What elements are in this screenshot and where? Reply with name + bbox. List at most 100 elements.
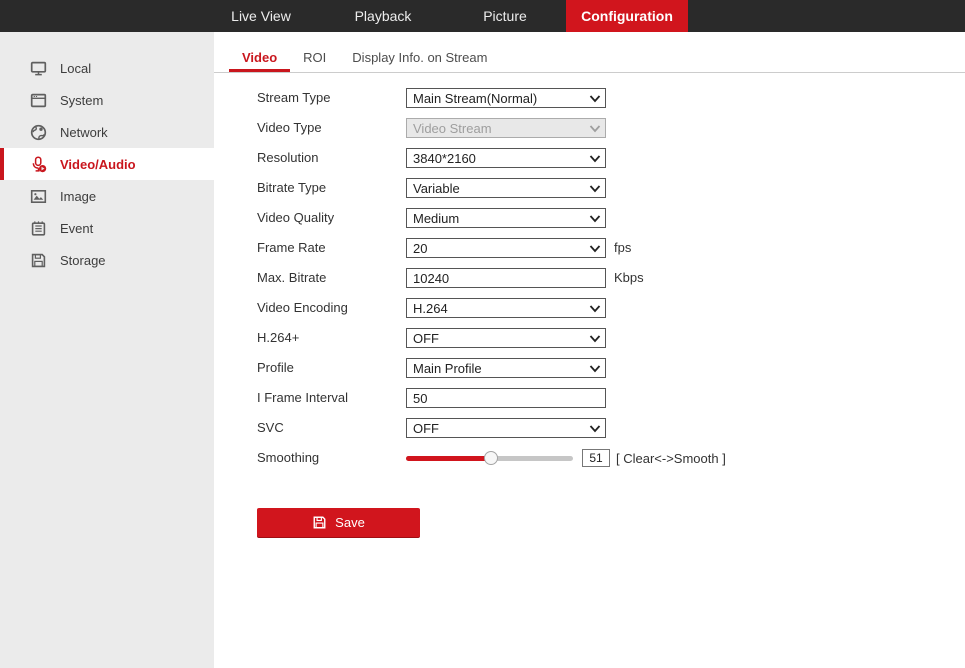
tab-video[interactable]: Video [229,45,290,72]
chevron-down-icon [589,333,601,345]
form-row-stream-type: Stream Type Main Stream(Normal) [257,88,726,118]
tab-display-info-on-stream[interactable]: Display Info. on Stream [339,45,500,72]
field-label: I Frame Interval [257,390,349,405]
resolution-select[interactable]: 3840*2160 [406,148,606,168]
form-row-frame-rate: Frame Rate 20 fps [257,238,726,268]
slider-fill [406,456,492,461]
slider-thumb[interactable] [484,451,499,465]
sidebar-item-label: Image [60,188,97,204]
field-label: Stream Type [257,90,331,105]
smoothing-value-input[interactable] [582,449,610,467]
unit-label: fps [614,240,632,255]
smoothing-control: [ Clear<->Smooth ] [406,448,726,468]
sidebar-item-label: Event [60,220,94,236]
selected-value: Main Profile [413,360,482,376]
video-quality-select[interactable]: Medium [406,208,606,228]
save-button-label: Save [335,515,365,530]
chevron-down-icon [589,243,601,255]
video-encoding-select[interactable]: H.264 [406,298,606,318]
window-icon [30,92,47,109]
form-row-resolution: Resolution 3840*2160 [257,148,726,178]
nav-tab-configuration[interactable]: Configuration [566,0,688,32]
sidebar-item-label: Local [60,60,92,76]
frame-rate-select[interactable]: 20 [406,238,606,258]
field-label: Video Quality [257,210,335,225]
chevron-down-icon [589,423,601,435]
field-label: Video Type [257,120,322,135]
main-nav: Live View Playback Picture Configuration [200,0,688,32]
sidebar-item-label: Storage [60,252,106,268]
field-label: H.264+ [257,330,300,345]
field-label: Resolution [257,150,319,165]
sidebar-item-network[interactable]: Network [0,116,214,148]
selected-value: 3840*2160 [413,150,476,166]
form-row-smoothing: Smoothing [ Clear<->Smooth ] [257,448,726,478]
form-row-video-encoding: Video Encoding H.264 [257,298,726,328]
chevron-down-icon [589,153,601,165]
field-label: Max. Bitrate [257,270,327,285]
save-icon [312,515,327,530]
selected-value: H.264 [413,300,448,316]
unit-label: Kbps [614,270,644,285]
nav-tab-live-view[interactable]: Live View [200,0,322,32]
sidebar-item-image[interactable]: Image [0,180,214,212]
chevron-down-icon [589,183,601,195]
tab-roi[interactable]: ROI [290,45,339,72]
max-bitrate-input[interactable] [406,268,606,288]
field-label: Smoothing [257,450,320,465]
form-row-max-bitrate: Max. Bitrate Kbps [257,268,726,298]
field-label: SVC [257,420,284,435]
profile-select[interactable]: Main Profile [406,358,606,378]
content-area: Video ROI Display Info. on Stream Stream T… [214,32,965,668]
video-type-select: Video Stream [406,118,606,138]
form-row-bitrate-type: Bitrate Type Variable [257,178,726,208]
sidebar-item-label: Video/Audio [60,156,136,172]
selected-value: Medium [413,210,460,226]
sidebar-item-local[interactable]: Local [0,52,214,84]
event-icon [30,220,47,237]
h-264-select[interactable]: OFF [406,328,606,348]
chevron-down-icon [589,363,601,375]
selected-value: Video Stream [413,120,492,136]
selected-value: OFF [413,420,439,436]
save-button[interactable]: Save [257,508,420,537]
top-bar: Live View Playback Picture Configuration [0,0,965,32]
stream-type-select[interactable]: Main Stream(Normal) [406,88,606,108]
microphone-icon [30,155,47,173]
chevron-down-icon [589,93,601,105]
selected-value: 20 [413,240,428,256]
sidebar-item-storage[interactable]: Storage [0,244,214,276]
smoothing-slider[interactable] [406,448,573,468]
field-label: Profile [257,360,294,375]
selected-value: OFF [413,330,439,346]
sidebar-item-system[interactable]: System [0,84,214,116]
form-row-video-quality: Video Quality Medium [257,208,726,238]
form-row-video-type: Video Type Video Stream [257,118,726,148]
globe-icon [30,124,47,141]
i-frame-interval-input[interactable] [406,388,606,408]
form-row-i-frame-interval: I Frame Interval [257,388,726,418]
field-label: Bitrate Type [257,180,327,195]
chevron-down-icon [589,303,601,315]
form-row-svc: SVC OFF [257,418,726,448]
chevron-down-icon [589,213,601,225]
field-label: Frame Rate [257,240,326,255]
sidebar-item-label: Network [60,124,108,140]
field-label: Video Encoding [257,300,348,315]
image-icon [30,188,47,205]
monitor-icon [30,60,47,77]
storage-icon [30,252,47,269]
sidebar-item-event[interactable]: Event [0,212,214,244]
sidebar-item-video-audio[interactable]: Video/Audio [0,148,214,180]
svc-select[interactable]: OFF [406,418,606,438]
chevron-down-icon [589,123,601,135]
nav-tab-picture[interactable]: Picture [444,0,566,32]
sidebar-item-label: System [60,92,104,108]
bitrate-type-select[interactable]: Variable [406,178,606,198]
selected-value: Main Stream(Normal) [413,90,538,106]
sidebar: Local System Network Video/Audio Image Event S… [0,32,214,668]
slider-range-label: [ Clear<->Smooth ] [616,450,726,466]
content-tabbar: Video ROI Display Info. on Stream [214,45,965,73]
nav-tab-playback[interactable]: Playback [322,0,444,32]
selected-value: Variable [413,180,460,196]
